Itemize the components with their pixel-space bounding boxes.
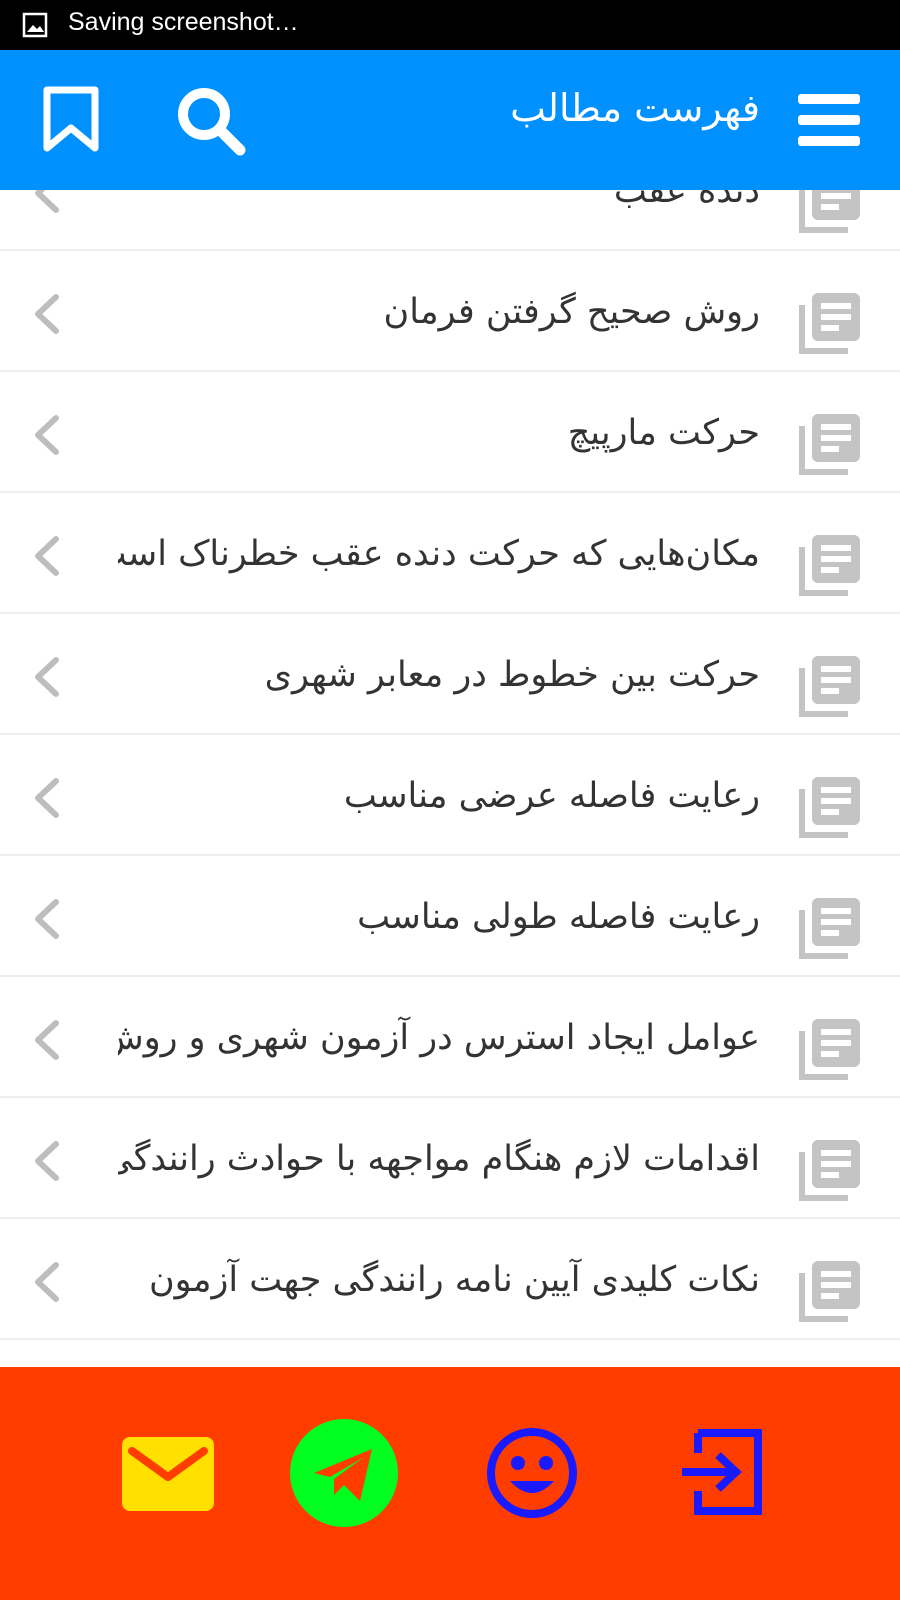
chevron-left-icon xyxy=(35,1141,59,1181)
chevron-left-icon xyxy=(35,190,59,213)
chevron-left-icon xyxy=(35,778,59,818)
chevron-left-icon xyxy=(35,294,59,334)
image-icon xyxy=(22,12,48,38)
list-item-label: اقدامات لازم هنگام مواجهه با حوادث رانند… xyxy=(118,1139,760,1179)
list-item[interactable]: مکان‌هایی که حرکت دنده عقب خطرناک است xyxy=(0,493,900,614)
list-item[interactable]: حرکت مارپیچ xyxy=(0,372,900,493)
document-icon xyxy=(799,535,860,596)
document-icon xyxy=(799,656,860,717)
list-item[interactable]: رعایت فاصله عرضی مناسب xyxy=(0,735,900,856)
mail-icon[interactable] xyxy=(122,1437,214,1511)
list-item[interactable]: روش صحیح گرفتن فرمان xyxy=(0,251,900,372)
chevron-left-icon xyxy=(35,1262,59,1302)
chevron-left-icon xyxy=(35,1020,59,1060)
chevron-left-icon xyxy=(35,536,59,576)
telegram-icon[interactable] xyxy=(290,1419,398,1527)
list-item-label: عوامل ایجاد استرس در آزمون شهری و روش مق… xyxy=(118,1018,760,1058)
list-item[interactable]: عوامل ایجاد استرس در آزمون شهری و روش مق… xyxy=(0,977,900,1098)
list-item-label: نکات کلیدی آیین نامه رانندگی جهت آزمون xyxy=(148,1260,760,1300)
document-icon xyxy=(799,414,860,475)
list-item-label: مکان‌هایی که حرکت دنده عقب خطرناک است xyxy=(118,534,760,574)
chevron-left-icon xyxy=(35,899,59,939)
search-icon[interactable] xyxy=(176,86,248,158)
document-icon xyxy=(799,1261,860,1322)
login-icon[interactable] xyxy=(678,1429,764,1515)
list-item-label: رعایت فاصله طولی مناسب xyxy=(357,897,760,937)
document-icon xyxy=(799,898,860,959)
content-list: دنده عقب روش صحیح گرفتن فرمان حرکت مارپی… xyxy=(0,190,900,1367)
document-icon xyxy=(799,1019,860,1080)
list-item-label: روش صحیح گرفتن فرمان xyxy=(383,292,760,332)
page-title: فهرست مطالب xyxy=(510,86,760,130)
list-item[interactable]: رعایت فاصله طولی مناسب xyxy=(0,856,900,977)
smiley-icon[interactable] xyxy=(486,1427,578,1519)
chevron-left-icon xyxy=(35,415,59,455)
status-bar: Saving screenshot… xyxy=(0,0,900,50)
list-item-label: حرکت بین خطوط در معابر شهری xyxy=(264,655,760,695)
list-item-label: دنده عقب xyxy=(613,190,760,211)
document-icon xyxy=(799,1140,860,1201)
document-icon xyxy=(799,293,860,354)
list-item[interactable]: دنده عقب xyxy=(0,190,900,251)
chevron-left-icon xyxy=(35,657,59,697)
status-text: Saving screenshot… xyxy=(68,8,299,36)
list-item[interactable]: نکات کلیدی آیین نامه رانندگی جهت آزمون xyxy=(0,1219,900,1340)
document-icon xyxy=(799,190,860,233)
bookmark-icon[interactable] xyxy=(42,86,100,152)
app-bar: فهرست مطالب xyxy=(0,50,900,190)
menu-icon[interactable] xyxy=(798,92,860,148)
list-item[interactable]: اقدامات لازم هنگام مواجهه با حوادث رانند… xyxy=(0,1098,900,1219)
list-item-label: حرکت مارپیچ xyxy=(567,413,760,453)
document-icon xyxy=(799,777,860,838)
list-item-label: رعایت فاصله عرضی مناسب xyxy=(343,776,760,816)
list-item[interactable]: حرکت بین خطوط در معابر شهری xyxy=(0,614,900,735)
bottom-bar xyxy=(0,1367,900,1600)
